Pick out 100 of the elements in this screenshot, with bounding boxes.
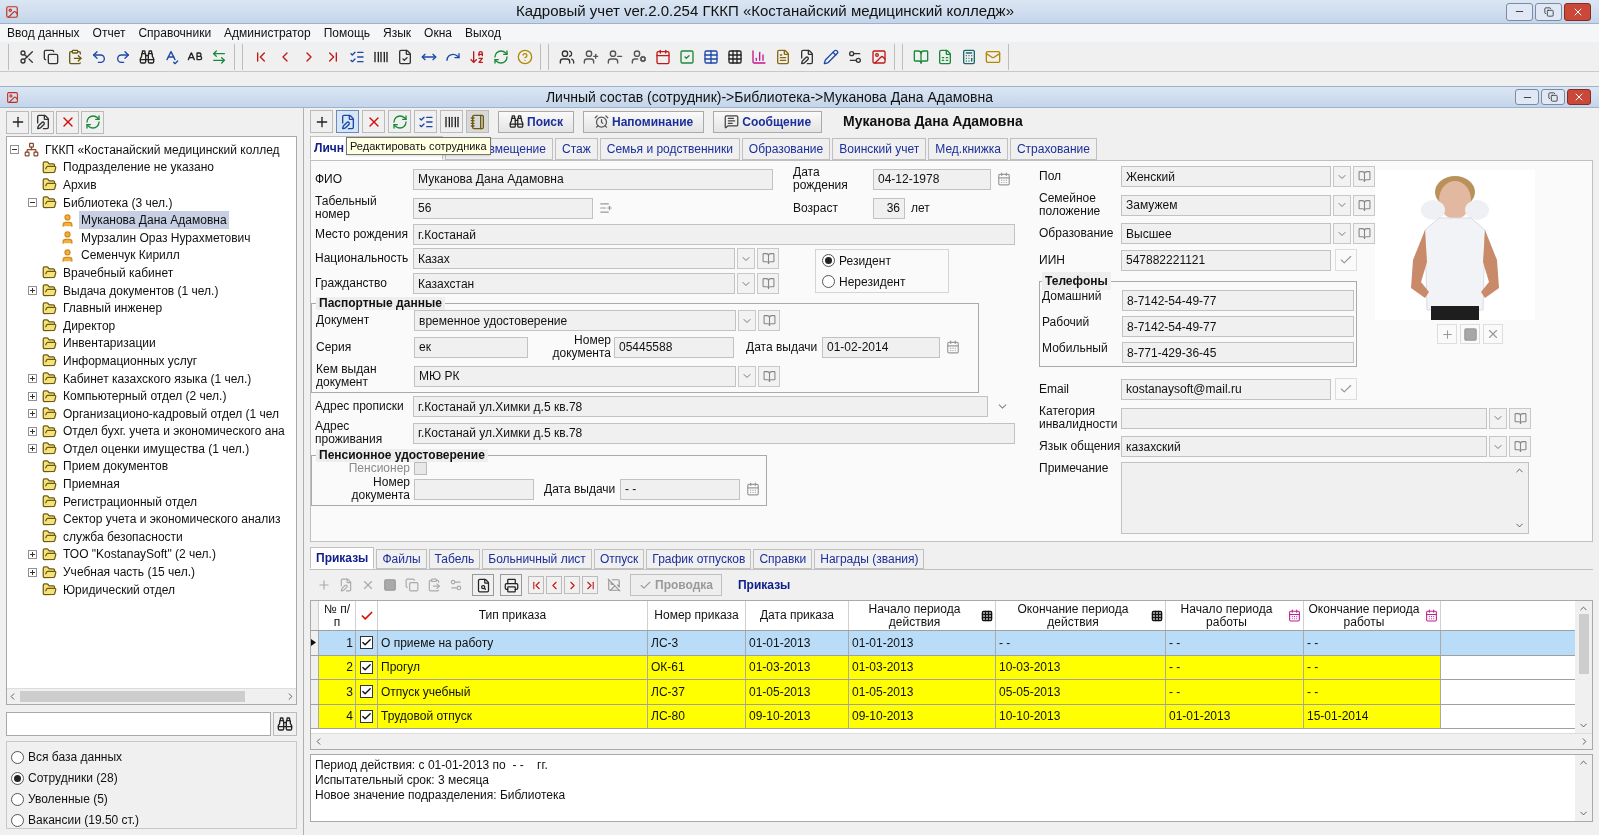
column-header[interactable]: № п/п (319, 601, 356, 630)
search-field[interactable] (6, 712, 271, 736)
tree-item[interactable]: Учебная часть (15 чел.) (61, 563, 197, 582)
image-icon[interactable] (607, 578, 621, 592)
binoculars-icon[interactable] (138, 48, 155, 65)
grid-icon[interactable] (1151, 609, 1163, 622)
tab[interactable]: Справки (753, 549, 813, 569)
spreadsheet-icon[interactable] (936, 48, 953, 65)
person-remove-icon[interactable] (606, 48, 623, 65)
tree-item[interactable]: Библиотека (3 чел.) (61, 193, 175, 212)
horizontal-scrollbar[interactable] (311, 733, 1592, 749)
text-field[interactable]: Замужем (1121, 194, 1331, 216)
checkbox[interactable] (360, 636, 373, 650)
column-header[interactable]: Тип приказа (378, 601, 648, 630)
text-field[interactable]: Муканова Дана Адамовна (413, 168, 773, 190)
expand-icon[interactable] (28, 391, 37, 401)
radio-button[interactable] (822, 275, 835, 288)
column-header[interactable]: Окончание периода работы (1304, 601, 1441, 630)
checkbox[interactable] (360, 709, 373, 723)
text-field[interactable]: Казах (413, 248, 735, 269)
expand-icon[interactable] (28, 444, 37, 454)
tree-item[interactable]: Юридический отдел (61, 580, 177, 599)
menu-item[interactable]: Помощь (323, 24, 371, 42)
tree-item[interactable]: Мурзалин Ораз Нурахметович (79, 228, 253, 247)
tree-item[interactable]: Главный инженер (61, 299, 165, 318)
text-field[interactable]: г.Костанай ул.Химки д.5 кв.78 (413, 422, 1015, 444)
document-edit-icon[interactable] (798, 48, 815, 65)
tree-item[interactable]: Информационных услуг (61, 351, 200, 370)
person-add-icon[interactable] (582, 48, 599, 65)
text-field[interactable]: г.Костанай (413, 224, 1015, 245)
expand-icon[interactable] (28, 409, 37, 419)
calendar-icon[interactable] (946, 340, 960, 354)
expand-icon[interactable] (28, 426, 37, 436)
menu-item[interactable]: Отчет (92, 24, 126, 42)
copy-icon[interactable] (42, 48, 59, 65)
text-field[interactable] (1121, 407, 1487, 429)
radio-button[interactable] (11, 750, 24, 764)
bar-chart-icon[interactable] (750, 48, 767, 65)
text-field[interactable]: казахский (1121, 436, 1487, 457)
tree-item[interactable]: Организационо-кадровый отдел (1 чел (61, 404, 282, 423)
calendar-icon[interactable] (997, 172, 1011, 186)
menu-item[interactable]: Администратор (224, 24, 311, 42)
restore-icon[interactable] (1543, 6, 1554, 17)
radio-button[interactable] (11, 771, 24, 785)
text-field[interactable]: 8-771-429-36-45 (1122, 342, 1354, 363)
scissors-icon[interactable] (18, 48, 35, 65)
text-field[interactable]: 8-7142-54-49-77 (1122, 316, 1354, 337)
text-field[interactable] (414, 478, 534, 500)
close-icon[interactable] (1573, 91, 1585, 103)
tree-item[interactable]: Кабинет казахского языка (1 чел.) (61, 369, 254, 388)
mail-icon[interactable] (984, 48, 1001, 65)
expand-icon[interactable] (28, 549, 37, 559)
help-icon[interactable] (516, 48, 533, 65)
text-field[interactable]: МЮ РК (414, 365, 736, 387)
text-field[interactable]: 01-02-2014 (822, 336, 940, 358)
grid-icon[interactable] (981, 609, 993, 622)
tree-item[interactable]: Выдача документов (1 чел.) (61, 281, 221, 300)
expand-icon[interactable] (28, 567, 37, 577)
restore-button[interactable] (1535, 2, 1562, 21)
tree-item[interactable]: Прием документов (61, 457, 171, 476)
tab[interactable]: Страхование (1009, 138, 1097, 160)
radio-button[interactable] (822, 254, 835, 267)
calculator-icon[interactable] (960, 48, 977, 65)
toolbar-button[interactable]: Напоминание (583, 110, 705, 133)
collapse-icon[interactable] (10, 145, 19, 155)
menu-item[interactable]: Выход (465, 24, 501, 42)
image-icon[interactable] (870, 48, 887, 65)
menu-item[interactable]: Ввод данных (7, 24, 80, 42)
expand-icon[interactable] (28, 286, 37, 296)
table-row[interactable]: 3 Отпуск учебный ЛС-37 01-05-2013 01-05-2013 05-05-2013 - - - - (311, 680, 1575, 705)
close-button[interactable] (1564, 2, 1591, 21)
calendar-icon[interactable] (654, 48, 671, 65)
document-check-icon[interactable] (396, 48, 413, 65)
tree-item[interactable]: Регистрационный отдел (61, 492, 200, 511)
text-field[interactable]: Казахстан (413, 273, 735, 294)
menu-item[interactable]: Окна (424, 24, 452, 42)
details-field[interactable]: Период действия: с 01-01-2013 по - - гг. Испытательный срок: 3 месяца Новое значение подразделения: Библиотека (310, 754, 1593, 822)
close-button[interactable] (1567, 89, 1591, 105)
tree-item[interactable]: ТОО "KostanaySoft" (2 чел.) (61, 545, 218, 564)
text-field[interactable]: Высшее (1121, 223, 1331, 244)
checkbox[interactable] (360, 660, 373, 674)
tree-item[interactable]: Подразделение не указано (61, 158, 216, 177)
text-field[interactable]: временное удостоверение (414, 310, 736, 331)
toolbar-button[interactable]: Поиск (498, 110, 574, 133)
tree-item[interactable]: Семенчук Кирилл (79, 246, 182, 265)
column-header[interactable]: Номер приказа (648, 601, 746, 630)
table-row[interactable]: 1 О приеме на работу ЛС-3 01-01-2013 01-01-2013 - - - - - - (311, 631, 1575, 656)
table-icon[interactable] (702, 48, 719, 65)
book-icon[interactable] (912, 48, 929, 65)
tab[interactable]: Отпуск (593, 549, 645, 569)
expand-icon[interactable] (28, 374, 37, 383)
tab[interactable]: Образование (741, 138, 831, 160)
calendar-icon[interactable] (1288, 609, 1301, 622)
text-field[interactable]: г.Костанай ул.Химки д.5 кв.78 (413, 396, 988, 417)
text-field[interactable]: 547882221121 (1121, 249, 1331, 271)
tree-item[interactable]: Отдел бухг. учета и экономического ана (61, 422, 287, 441)
vertical-scrollbar[interactable] (1575, 601, 1592, 733)
tab[interactable]: Мед.книжка (928, 138, 1008, 160)
collapse-icon[interactable] (28, 198, 37, 208)
tree-item[interactable]: Сектор учета и экономического анализ (61, 510, 283, 529)
